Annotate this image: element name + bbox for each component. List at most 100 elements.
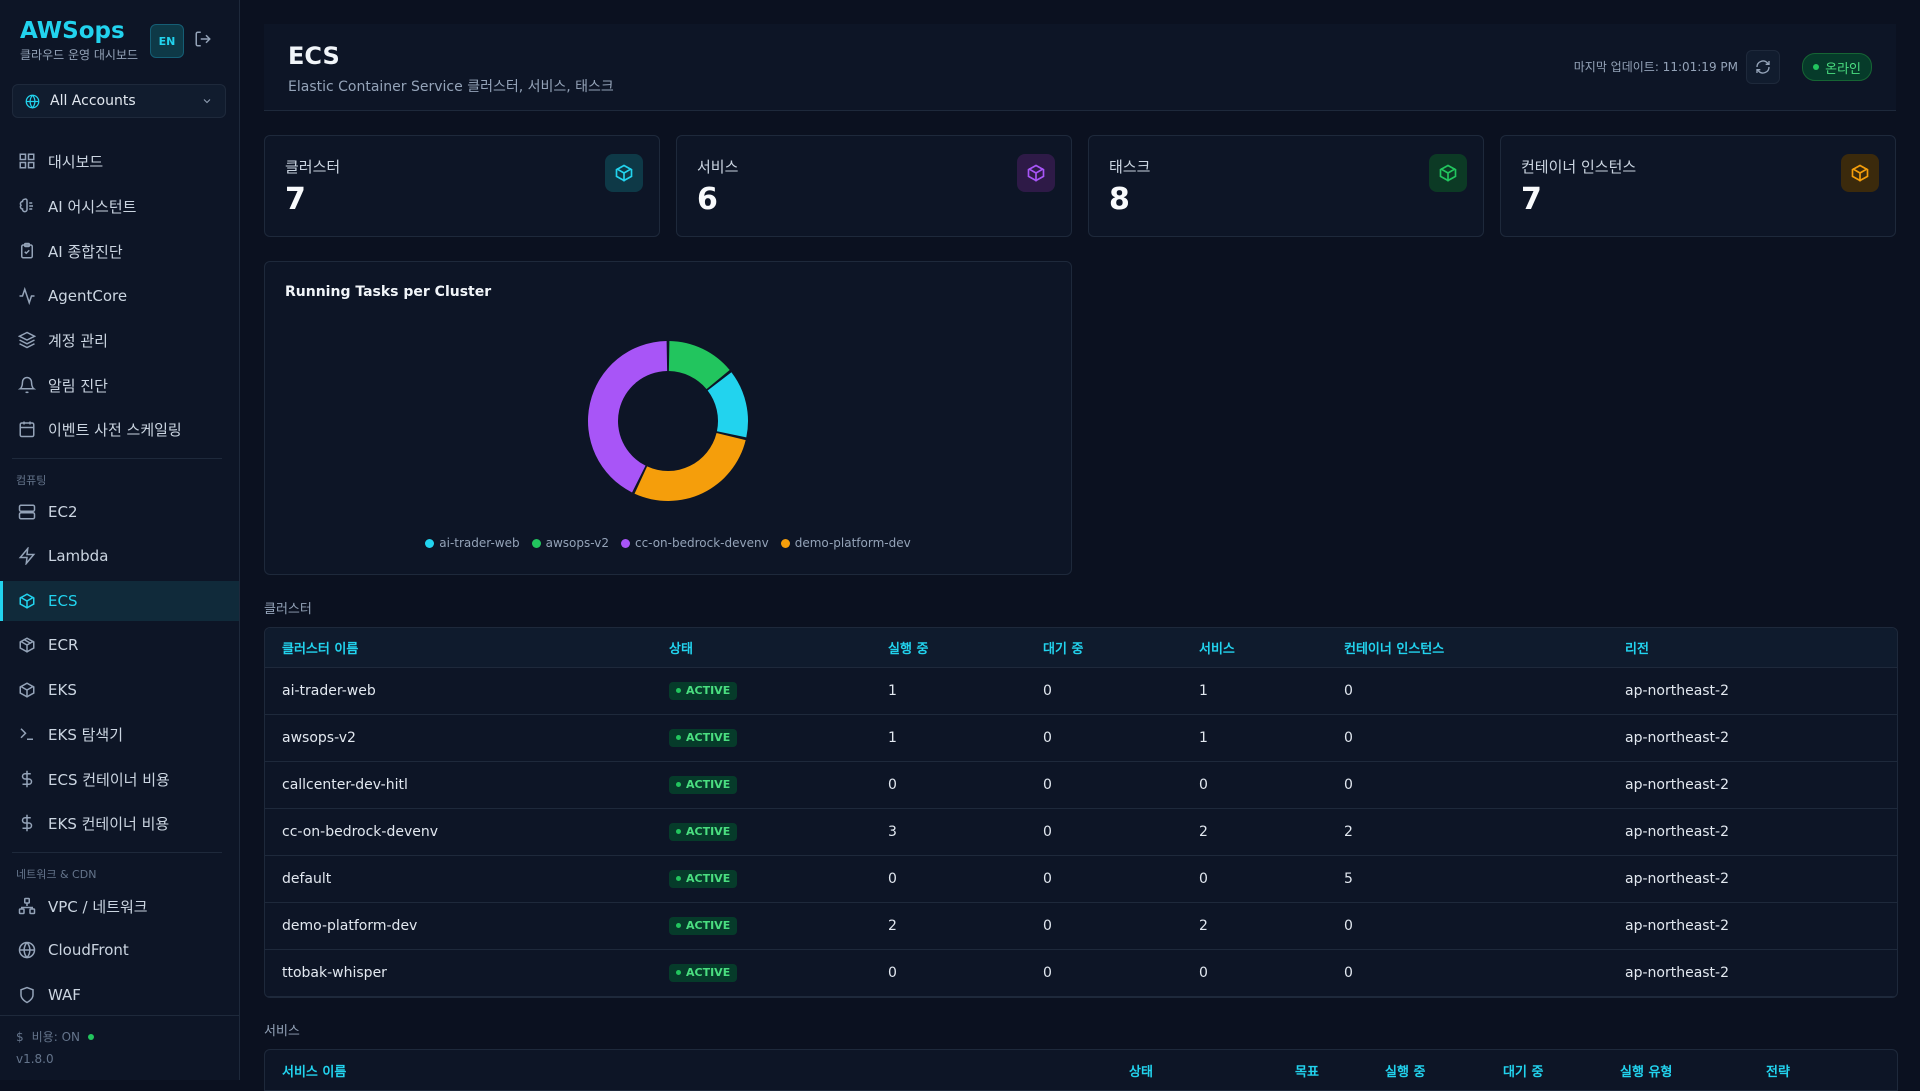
package-icon [18, 636, 36, 654]
table-cell: 1 [888, 729, 897, 746]
refresh-button[interactable] [1746, 50, 1780, 84]
services-section-title: 서비스 [264, 1024, 300, 1039]
legend-item[interactable]: demo-platform-dev [780, 536, 911, 550]
sidebar-item-eks-container-cost[interactable]: EKS 컨테이너 비용 [0, 803, 239, 843]
sidebar-item-label: CloudFront [48, 941, 129, 959]
sidebar-item-eks[interactable]: EKS [0, 670, 239, 710]
legend-item[interactable]: awsops-v2 [531, 536, 609, 550]
sidebar-item-lambda[interactable]: Lambda [0, 536, 239, 576]
table-header-cell[interactable]: 상태 [669, 628, 693, 667]
calendar-icon [18, 420, 36, 438]
table-row[interactable]: awsops-v2 ACTIVE 1 0 1 0 ap-northeast-2 [265, 714, 1897, 762]
table-row[interactable]: callcenter-dev-hitl ACTIVE 0 0 0 0 ap-northeas… [265, 761, 1897, 809]
sidebar-item-label: EC2 [48, 503, 78, 521]
table-header-cell[interactable]: 실행 중 [888, 628, 928, 667]
sidebar-item-cloudfront[interactable]: CloudFront [0, 930, 239, 970]
table-cell: 1 [1199, 682, 1208, 699]
legend-item[interactable]: cc-on-bedrock-devenv [620, 536, 769, 550]
table-header-cell[interactable]: 리전 [1625, 628, 1649, 667]
table-row[interactable]: ai-trader-web ACTIVE 1 0 1 0 ap-northeast-2 [265, 667, 1897, 715]
table-header-cell[interactable]: 컨테이너 인스턴스 [1344, 628, 1444, 667]
legend-item[interactable]: ai-trader-web [425, 536, 520, 550]
logout-icon[interactable] [194, 30, 214, 50]
box-icon [1841, 154, 1879, 192]
status-badge: 온라인 [1802, 53, 1872, 81]
sidebar-item-account-management[interactable]: 계정 관리 [0, 320, 239, 360]
table-row[interactable]: cc-on-bedrock-devenv ACTIVE 3 0 2 2 ap-northea… [265, 808, 1897, 856]
stat-label: 컨테이너 인스턴스 [1521, 158, 1637, 176]
table-cell: 2 [1199, 823, 1208, 840]
sidebar-item-alert-diagnosis[interactable]: 알림 진단 [0, 365, 239, 405]
sidebar-item-label: 계정 관리 [48, 331, 108, 350]
status-badge-label: ACTIVE [686, 966, 731, 979]
table-header-cell[interactable]: 서비스 [1199, 628, 1235, 667]
table-cell: ap-northeast-2 [1625, 729, 1730, 746]
sidebar-item-eks-explorer[interactable]: EKS 탐색기 [0, 714, 239, 754]
table-cell: 0 [1199, 964, 1208, 981]
status-badge-label: 온라인 [1825, 61, 1861, 77]
status-cell: ACTIVE [669, 855, 738, 902]
legend-label: demo-platform-dev [794, 536, 911, 550]
sidebar-item-agentcore[interactable]: AgentCore [0, 276, 239, 316]
box-icon [1017, 154, 1055, 192]
sidebar-item-label: AI 종합진단 [48, 242, 123, 261]
table-row[interactable]: ttobak-whisper ACTIVE 0 0 0 0 ap-northeast-2 [265, 949, 1897, 997]
sidebar-item-ec2[interactable]: EC2 [0, 492, 239, 532]
status-dot-icon [676, 782, 681, 787]
sidebar-item-label: EKS [48, 681, 77, 699]
sidebar-item-ecs-container-cost[interactable]: ECS 컨테이너 비용 [0, 759, 239, 799]
table-header-cell[interactable]: 실행 유형 [1620, 1051, 1672, 1089]
status-dot-icon [676, 735, 681, 740]
sidebar-item-ai-diagnosis[interactable]: AI 종합진단 [0, 231, 239, 271]
legend-swatch [780, 538, 790, 548]
table-header-cell[interactable]: 전략 [1766, 1051, 1790, 1089]
table-header-cell[interactable]: 클러스터 이름 [282, 628, 358, 667]
pie-slice-demo-platform-dev[interactable] [634, 432, 746, 501]
sidebar-item-label: 대시보드 [48, 152, 104, 171]
sidebar-footer-divider [0, 1015, 239, 1016]
sidebar-item-dashboard[interactable]: 대시보드 [0, 141, 239, 181]
terminal-icon [18, 725, 36, 743]
status-dot-icon [676, 688, 681, 693]
sidebar-item-vpc[interactable]: VPC / 네트워크 [0, 886, 239, 926]
status-badge: ACTIVE [669, 963, 738, 982]
clipboard-icon [18, 242, 36, 260]
sidebar-item-ecs[interactable]: ECS [0, 581, 239, 621]
table-cell: 0 [888, 776, 897, 793]
clusters-section-title: 클러스터 [264, 602, 312, 617]
language-toggle-button[interactable]: EN [150, 24, 184, 58]
table-header-cell[interactable]: 실행 중 [1385, 1051, 1425, 1089]
status-dot-icon [1813, 64, 1820, 70]
table-cell: default [282, 870, 332, 887]
sidebar-item-label: AI 어시스턴트 [48, 197, 137, 216]
table-cell: ap-northeast-2 [1625, 917, 1730, 934]
table-cell: ai-trader-web [282, 682, 376, 699]
table-header-cell[interactable]: 서비스 이름 [282, 1051, 346, 1089]
sidebar-item-ecr[interactable]: ECR [0, 625, 239, 665]
sidebar-item-label: ECR [48, 636, 79, 654]
table-cell: ap-northeast-2 [1625, 823, 1730, 840]
box-icon [605, 154, 643, 192]
table-header-cell[interactable]: 대기 중 [1043, 628, 1083, 667]
stat-card-services: 서비스 6 [676, 135, 1072, 237]
sidebar-item-label: WAF [48, 986, 81, 1004]
stat-value: 7 [285, 182, 306, 217]
table-header-cell[interactable]: 대기 중 [1503, 1051, 1543, 1089]
chevron-down-icon [203, 99, 211, 104]
stat-label: 서비스 [697, 158, 739, 176]
sidebar-item-event-scaling[interactable]: 이벤트 사전 스케일링 [0, 409, 239, 449]
table-header-cell[interactable]: 상태 [1129, 1051, 1153, 1089]
stat-label: 태스크 [1109, 158, 1151, 176]
brand[interactable]: AWSops 클라우드 운영 대시보드 [20, 18, 138, 63]
sidebar-item-ai-assistant[interactable]: AI 어시스턴트 [0, 186, 239, 226]
sidebar-item-label: 이벤트 사전 스케일링 [48, 420, 182, 439]
table-row[interactable]: demo-platform-dev ACTIVE 2 0 2 0 ap-northeast-… [265, 902, 1897, 950]
table-cell: 0 [1043, 870, 1052, 887]
grid-icon [18, 152, 36, 170]
sidebar-item-waf[interactable]: WAF [0, 975, 239, 1015]
stat-label: 클러스터 [285, 158, 341, 176]
donut-chart [588, 341, 748, 501]
table-header-cell[interactable]: 목표 [1295, 1051, 1319, 1089]
account-selector[interactable]: All Accounts [12, 84, 226, 118]
table-row[interactable]: default ACTIVE 0 0 0 5 ap-northeast-2 [265, 855, 1897, 903]
